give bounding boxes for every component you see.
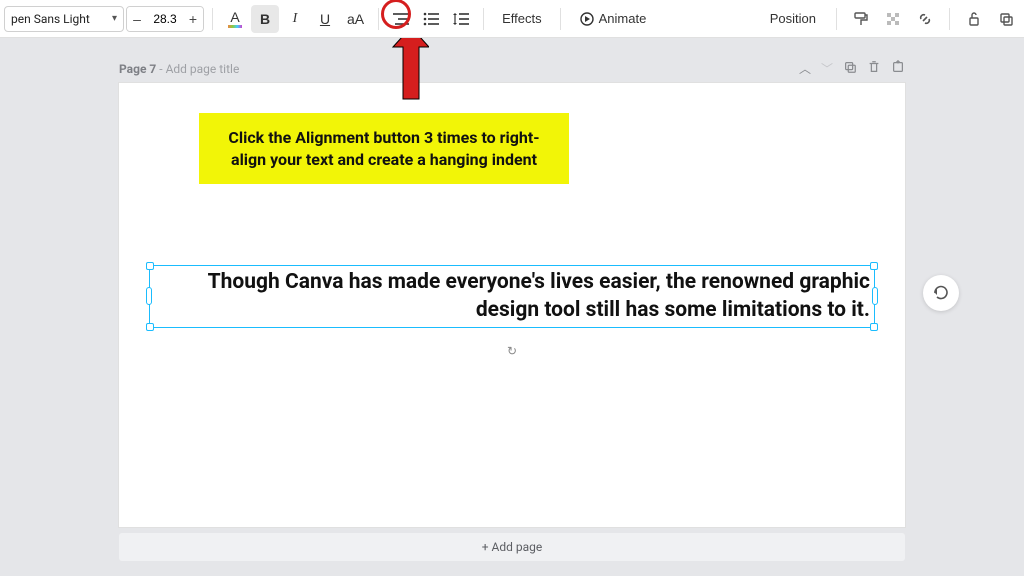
spacing-button[interactable] [447, 5, 475, 33]
position-button[interactable]: Position [760, 5, 826, 33]
underline-button[interactable]: U [311, 5, 339, 33]
line-spacing-icon [453, 12, 469, 26]
divider [483, 8, 484, 30]
divider [560, 8, 561, 30]
text-toolbar: pen Sans Light ▾ – + A B I U aA [0, 0, 1024, 38]
lock-button[interactable] [960, 5, 988, 33]
page-number-label: Page 7 - Add page title [119, 62, 239, 76]
divider [212, 8, 213, 30]
chevron-down-icon: ▾ [112, 13, 117, 24]
font-size-decrease[interactable]: – [127, 7, 147, 31]
align-right-icon [393, 12, 409, 26]
effects-button[interactable]: Effects [492, 5, 552, 33]
resize-handle-sw[interactable] [146, 323, 154, 331]
transparency-icon [885, 11, 901, 27]
paint-roller-icon [853, 11, 869, 27]
text-color-button[interactable]: A [221, 5, 249, 33]
divider [836, 8, 837, 30]
trash-icon [867, 60, 881, 74]
divider [949, 8, 950, 30]
refresh-icon [932, 284, 950, 302]
transparency-button[interactable] [879, 5, 907, 33]
animate-button[interactable]: Animate [569, 5, 657, 33]
rainbow-underline-icon [228, 25, 242, 28]
add-page-icon [891, 60, 905, 74]
list-button[interactable] [417, 5, 445, 33]
copy-style-button[interactable] [847, 5, 875, 33]
resize-handle-w[interactable] [146, 287, 152, 305]
link-button[interactable] [911, 5, 939, 33]
italic-button[interactable]: I [281, 5, 309, 33]
text-content[interactable]: Though Canva has made everyone's lives e… [150, 266, 874, 327]
font-size-increase[interactable]: + [183, 7, 203, 31]
bold-button[interactable]: B [251, 5, 279, 33]
copy-icon [843, 60, 857, 74]
duplicate-page-button[interactable] [843, 60, 857, 77]
right-tools: Position [760, 5, 1020, 33]
font-family-name: pen Sans Light [11, 12, 90, 26]
instruction-callout: Click the Alignment button 3 times to ri… [199, 113, 569, 184]
font-size-input[interactable] [147, 12, 183, 26]
bullet-list-icon [423, 12, 439, 26]
font-family-select[interactable]: pen Sans Light ▾ [4, 6, 124, 32]
resize-handle-nw[interactable] [146, 262, 154, 270]
divider [378, 8, 379, 30]
copy-icon [998, 11, 1014, 27]
add-page-bar[interactable]: + Add page [119, 533, 905, 561]
selected-text-box[interactable]: Though Canva has made everyone's lives e… [149, 265, 875, 328]
resize-handle-ne[interactable] [870, 262, 878, 270]
font-size-stepper: – + [126, 6, 204, 32]
page-canvas[interactable]: Click the Alignment button 3 times to ri… [119, 83, 905, 527]
lock-open-icon [966, 11, 982, 27]
resize-handle-e[interactable] [872, 287, 878, 305]
page-up-button[interactable]: ︿ [799, 60, 811, 77]
link-icon [917, 11, 933, 27]
reset-button[interactable] [923, 275, 959, 311]
text-color-letter: A [230, 10, 239, 24]
uppercase-button[interactable]: aA [341, 5, 370, 33]
delete-page-button[interactable] [867, 60, 881, 77]
add-page-button-top[interactable] [891, 60, 905, 77]
page-down-button[interactable]: ﹀ [821, 60, 833, 77]
canvas-area: Page 7 - Add page title ︿ ﹀ Click the Al… [0, 38, 1024, 576]
page-actions: ︿ ﹀ [799, 60, 905, 77]
animate-icon [579, 11, 595, 27]
resize-handle-se[interactable] [870, 323, 878, 331]
rotate-handle[interactable]: ↻ [507, 344, 517, 358]
page-header: Page 7 - Add page title ︿ ﹀ [119, 60, 905, 77]
duplicate-button[interactable] [992, 5, 1020, 33]
alignment-button[interactable] [387, 5, 415, 33]
